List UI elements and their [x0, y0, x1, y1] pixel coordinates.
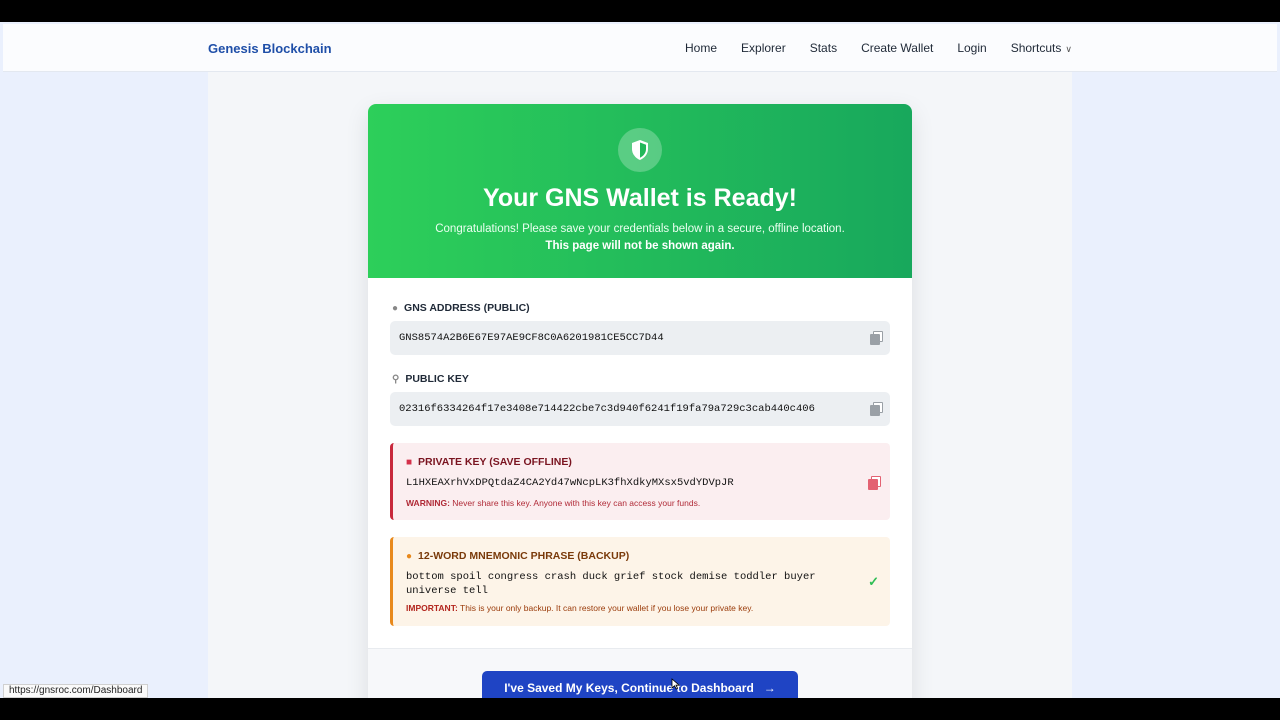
private-key-label: PRIVATE KEY (SAVE OFFLINE) — [418, 456, 572, 468]
nav-shortcuts[interactable]: Shortcuts ∨ — [1011, 41, 1072, 55]
warning-text: Never share this key. Anyone with this k… — [452, 498, 701, 508]
mnemonic-label: 12-WORD MNEMONIC PHRASE (BACKUP) — [418, 550, 630, 562]
warning-label: WARNING: — [406, 498, 450, 508]
bottom-frame — [0, 698, 1280, 720]
continue-dashboard-button[interactable]: I've Saved My Keys, Continue to Dashboar… — [482, 671, 798, 698]
copy-icon[interactable] — [870, 402, 883, 416]
private-key-warning: WARNING: Never share this key. Anyone wi… — [406, 498, 700, 508]
address-field[interactable]: GNS8574A2B6E67E97AE9CF8C0A6201981CE5CC7D… — [390, 321, 890, 355]
main-content: Your GNS Wallet is Ready! Congratulation… — [208, 72, 1072, 698]
status-bar-url: https://gnsroc.com/Dashboard — [3, 684, 149, 698]
copy-icon[interactable] — [868, 476, 881, 490]
wallet-ready-card: Your GNS Wallet is Ready! Congratulation… — [368, 104, 912, 698]
public-key-field[interactable]: 02316f6334264f17e3408e714422cbe7c3d940f6… — [390, 392, 890, 426]
address-label: ● GNS ADDRESS (PUBLIC) — [392, 302, 530, 314]
important-label: IMPORTANT: — [406, 603, 458, 613]
mnemonic-value[interactable]: bottom spoil congress crash duck grief s… — [406, 570, 856, 598]
nav-stats[interactable]: Stats — [810, 41, 837, 55]
shield-icon — [618, 128, 662, 172]
browser-viewport: Genesis Blockchain Home Explorer Stats C… — [0, 22, 1280, 698]
check-icon[interactable]: ✓ — [868, 574, 879, 590]
brain-icon: ● — [406, 550, 413, 562]
key-icon: ⚲ — [392, 373, 400, 385]
private-key-value[interactable]: L1HXEAXrhVxDPQtdaZ4CA2Yd47wNcpLK3fhXdkyM… — [406, 477, 734, 489]
nav-home[interactable]: Home — [685, 41, 717, 55]
location-pin-icon: ● — [392, 302, 399, 314]
nav-create-wallet[interactable]: Create Wallet — [861, 41, 933, 55]
nav-links: Home Explorer Stats Create Wallet Login … — [685, 41, 1072, 55]
arrow-right-icon: → — [763, 681, 776, 695]
nav-shortcuts-label: Shortcuts — [1010, 41, 1062, 55]
mnemonic-important: IMPORTANT: This is your only backup. It … — [406, 603, 753, 613]
address-label-text: GNS ADDRESS (PUBLIC) — [404, 302, 530, 314]
top-frame — [0, 0, 1280, 22]
bank-icon: ■ — [406, 456, 413, 468]
public-key-value[interactable]: 02316f6334264f17e3408e714422cbe7c3d940f6… — [399, 403, 815, 415]
mnemonic-title: ● 12-WORD MNEMONIC PHRASE (BACKUP) — [406, 550, 629, 562]
continue-dashboard-label: I've Saved My Keys, Continue to Dashboar… — [504, 681, 754, 695]
brand-logo[interactable]: Genesis Blockchain — [208, 41, 332, 56]
hero-subtitle: Congratulations! Please save your creden… — [435, 223, 845, 235]
hero-subtitle-bold: This page will not be shown again. — [545, 240, 735, 252]
important-text: This is your only backup. It can restore… — [460, 603, 754, 613]
public-key-label: ⚲ PUBLIC KEY — [392, 373, 469, 385]
mouse-cursor — [671, 678, 681, 690]
nav-explorer[interactable]: Explorer — [741, 41, 786, 55]
mnemonic-box: ● 12-WORD MNEMONIC PHRASE (BACKUP) botto… — [390, 537, 890, 626]
private-key-box: ■ PRIVATE KEY (SAVE OFFLINE) L1HXEAXrhVx… — [390, 443, 890, 520]
chevron-down-icon: ∨ — [1065, 44, 1072, 54]
navbar: Genesis Blockchain Home Explorer Stats C… — [3, 24, 1277, 72]
address-value[interactable]: GNS8574A2B6E67E97AE9CF8C0A6201981CE5CC7D… — [399, 332, 664, 344]
page-title: Your GNS Wallet is Ready! — [483, 184, 797, 212]
copy-icon[interactable] — [870, 331, 883, 345]
hero-banner: Your GNS Wallet is Ready! Congratulation… — [368, 104, 912, 278]
private-key-title: ■ PRIVATE KEY (SAVE OFFLINE) — [406, 456, 572, 468]
public-key-label-text: PUBLIC KEY — [405, 373, 469, 385]
nav-login[interactable]: Login — [957, 41, 986, 55]
